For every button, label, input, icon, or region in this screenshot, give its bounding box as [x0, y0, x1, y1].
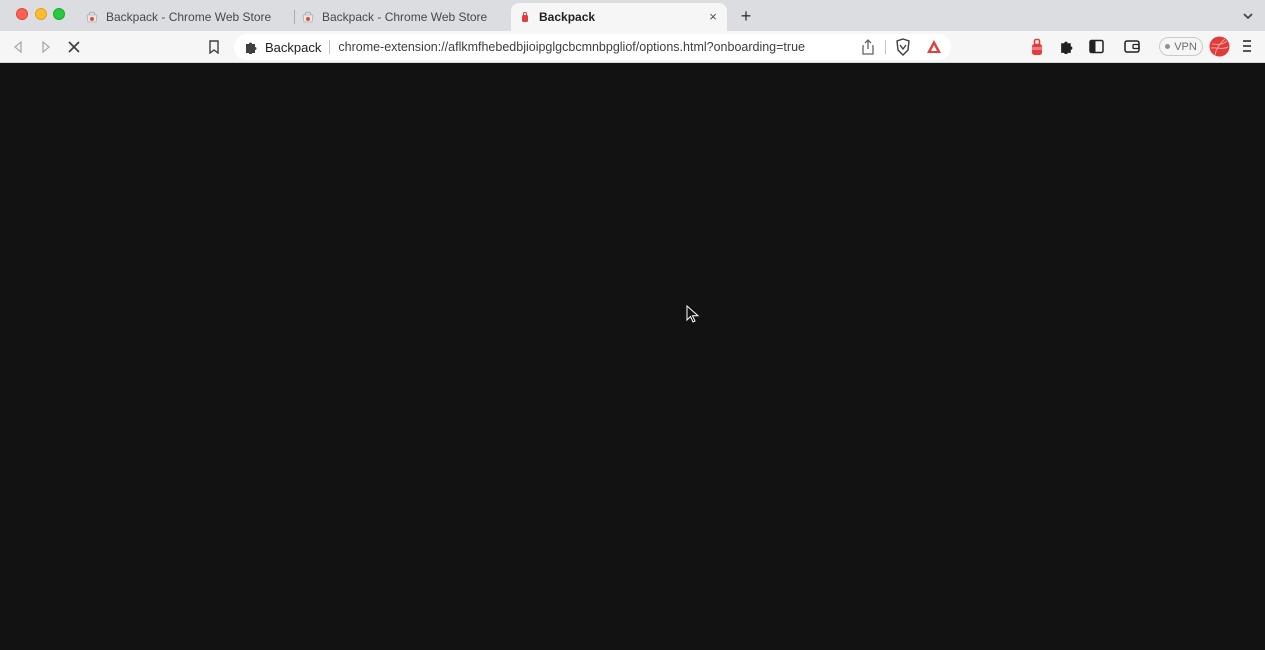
extension-site-label: Backpack — [265, 39, 322, 55]
chrome-web-store-icon — [302, 11, 314, 23]
forward-button[interactable] — [36, 37, 56, 57]
forward-arrow-icon — [42, 40, 51, 54]
window-zoom-button[interactable] — [53, 8, 65, 20]
window-minimize-button[interactable] — [35, 8, 47, 20]
stop-x-icon — [68, 41, 80, 53]
tab-chrome-web-store-2[interactable]: Backpack - Chrome Web Store — [302, 3, 507, 31]
omnibox-divider — [329, 40, 331, 54]
tab-title: Backpack — [539, 10, 596, 24]
stop-loading-button[interactable] — [64, 37, 84, 57]
close-tab-icon[interactable]: × — [705, 9, 721, 25]
share-icon[interactable] — [861, 39, 875, 55]
page-content-loading — [0, 64, 1265, 650]
tab-backpack-active[interactable]: Backpack × — [511, 3, 727, 31]
brave-shields-icon[interactable] — [895, 38, 911, 56]
window-close-button[interactable] — [16, 8, 28, 20]
tab-separator — [294, 10, 295, 24]
bookmark-icon — [209, 40, 219, 54]
backpack-icon — [522, 12, 528, 22]
wallet-icon[interactable] — [1124, 40, 1140, 53]
tab-title: Backpack - Chrome Web Store — [106, 10, 272, 24]
vpn-button[interactable]: VPN — [1159, 37, 1203, 56]
chevron-down-icon[interactable] — [1240, 8, 1256, 24]
backpack-extension-icon[interactable] — [1030, 38, 1044, 56]
chrome-web-store-icon — [86, 11, 98, 23]
omnibox-divider — [885, 40, 886, 54]
back-button[interactable] — [8, 37, 28, 57]
mouse-cursor-icon — [686, 305, 700, 323]
vpn-status-dot — [1165, 44, 1171, 49]
bookmark-button[interactable] — [204, 37, 224, 57]
url-text[interactable]: chrome-extension://aflkmfhebedbjioipglgc… — [338, 40, 805, 54]
tab-strip: Backpack - Chrome Web Store Backpack - C… — [0, 0, 1265, 31]
profile-avatar-icon[interactable] — [1209, 36, 1230, 57]
vpn-label: VPN — [1174, 40, 1197, 53]
puzzle-icon — [246, 42, 257, 54]
back-arrow-icon — [13, 40, 22, 54]
menu-icon[interactable] — [1241, 39, 1253, 53]
brave-rewards-icon[interactable] — [926, 39, 942, 54]
tab-chrome-web-store-1[interactable]: Backpack - Chrome Web Store — [86, 3, 291, 31]
extensions-puzzle-icon[interactable] — [1059, 39, 1074, 54]
browser-toolbar: Backpack chrome-extension://aflkmfhebedb… — [0, 31, 1265, 63]
address-bar[interactable]: Backpack chrome-extension://aflkmfhebedb… — [234, 34, 951, 60]
new-tab-button[interactable]: + — [736, 6, 756, 26]
sidebar-icon[interactable] — [1089, 39, 1104, 54]
tab-title: Backpack - Chrome Web Store — [322, 10, 488, 24]
